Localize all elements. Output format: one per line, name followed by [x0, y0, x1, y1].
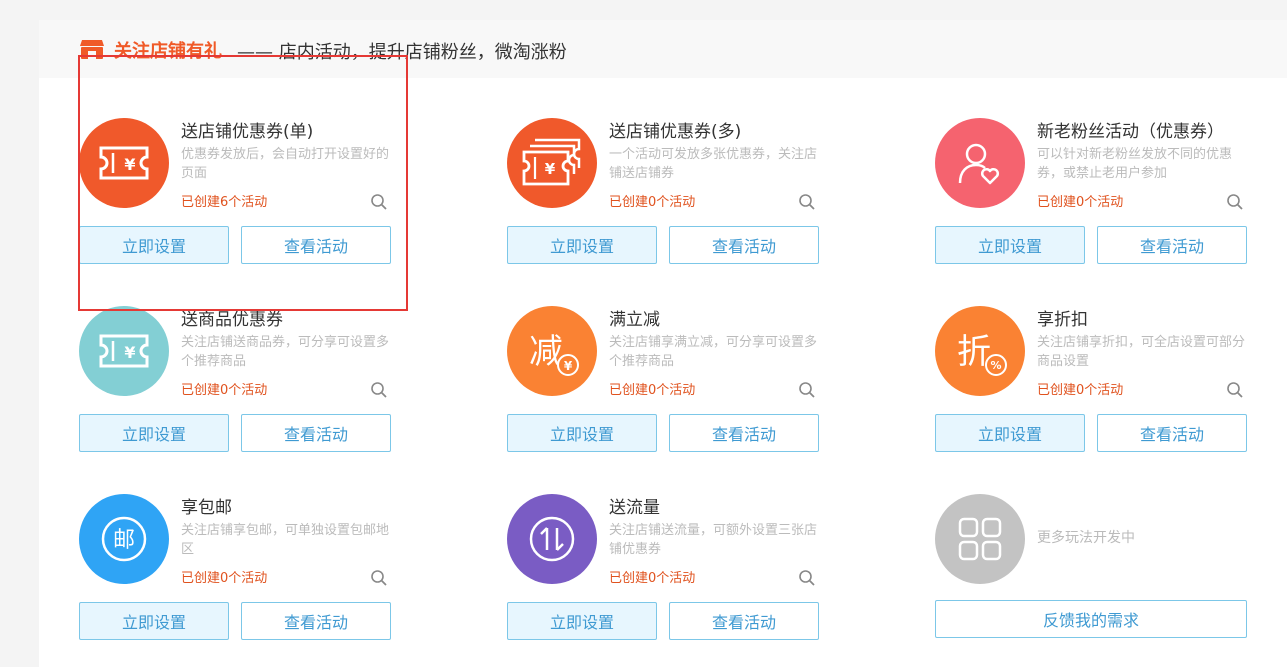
- activity-card-shop-coupon-single: ¥ 送店铺优惠券(单) 优惠券发放后，会自动打开设置好的页面 已创建6个活动 立…: [79, 118, 391, 278]
- activity-card-discount: 折 % 享折扣 关注店铺享折扣，可全店设置可部分商品设置 已创建0个活动 立即设…: [935, 306, 1247, 466]
- svg-text:%: %: [990, 359, 1001, 372]
- activity-count: 已创建0个活动: [609, 571, 696, 586]
- activity-card-fan-coupon: 新老粉丝活动（优惠券） 可以针对新老粉丝发放不同的优惠券，或禁止老用户参加 已创…: [935, 118, 1247, 278]
- view-activities-button[interactable]: 查看活动: [669, 602, 819, 640]
- card-description: 关注店铺享折扣，可全店设置可部分商品设置: [1037, 335, 1246, 369]
- activity-count: 已创建6个活动: [181, 195, 268, 210]
- view-activities-button[interactable]: 查看活动: [241, 414, 391, 452]
- coupon-icon: ¥: [79, 118, 169, 208]
- free-shipping-icon: 邮: [79, 494, 169, 584]
- activity-card-product-coupon: ¥ 送商品优惠券 关注店铺送商品券，可分享可设置多个推荐商品 已创建0个活动 立…: [79, 306, 391, 466]
- svg-text:¥: ¥: [564, 359, 573, 373]
- card-title: 送商品优惠券: [181, 310, 283, 330]
- card-description: 一个活动可发放多张优惠券，关注店铺送店铺券: [609, 147, 818, 181]
- search-icon[interactable]: [1226, 193, 1244, 211]
- search-icon[interactable]: [798, 569, 816, 587]
- setup-button[interactable]: 立即设置: [79, 602, 229, 640]
- view-activities-button[interactable]: 查看活动: [1097, 226, 1247, 264]
- search-icon[interactable]: [798, 381, 816, 399]
- discount-reduce-icon: 减 ¥: [507, 306, 597, 396]
- activity-count: 已创建0个活动: [181, 571, 268, 586]
- grid-icon: [935, 494, 1025, 584]
- card-description: 关注店铺送商品券，可分享可设置多个推荐商品: [181, 335, 390, 369]
- setup-button[interactable]: 立即设置: [507, 602, 657, 640]
- search-icon[interactable]: [370, 381, 388, 399]
- setup-button[interactable]: 立即设置: [79, 414, 229, 452]
- card-description: 优惠券发放后，会自动打开设置好的页面: [181, 147, 390, 181]
- data-traffic-icon: [507, 494, 597, 584]
- setup-button[interactable]: 立即设置: [507, 414, 657, 452]
- card-title: 享折扣: [1037, 310, 1088, 330]
- activity-card-shop-coupon-multi: ¥ 送店铺优惠券(多) 一个活动可发放多张优惠券，关注店铺送店铺券 已创建0个活…: [507, 118, 819, 278]
- view-activities-button[interactable]: 查看活动: [241, 226, 391, 264]
- card-title: 享包邮: [181, 498, 232, 518]
- activity-card-full-reduction: 减 ¥ 满立减 关注店铺享满立减，可分享可设置多个推荐商品 已创建0个活动 立即…: [507, 306, 819, 466]
- card-description: 关注店铺享包邮，可单独设置包邮地区: [181, 523, 390, 557]
- setup-button[interactable]: 立即设置: [935, 414, 1085, 452]
- card-description: 可以针对新老粉丝发放不同的优惠券，或禁止老用户参加: [1037, 147, 1233, 181]
- view-activities-button[interactable]: 查看活动: [669, 226, 819, 264]
- svg-text:¥: ¥: [545, 160, 556, 178]
- more-features-card: 更多玩法开发中 反馈我的需求: [935, 494, 1247, 654]
- activity-card-data-traffic: 送流量 关注店铺送流量，可额外设置三张店铺优惠券 已创建0个活动 立即设置 查看…: [507, 494, 819, 654]
- activity-card-free-shipping: 邮 享包邮 关注店铺享包邮，可单独设置包邮地区 已创建0个活动 立即设置 查看活…: [79, 494, 391, 654]
- setup-button[interactable]: 立即设置: [935, 226, 1085, 264]
- activity-count: 已创建0个活动: [609, 383, 696, 398]
- feedback-button[interactable]: 反馈我的需求: [935, 600, 1247, 638]
- svg-text:¥: ¥: [124, 155, 135, 174]
- svg-text:¥: ¥: [124, 343, 135, 362]
- setup-button[interactable]: 立即设置: [507, 226, 657, 264]
- card-title: 满立减: [609, 310, 660, 330]
- section-header: 关注店铺有礼 —— 店内活动，提升店铺粉丝，微淘涨粉: [39, 20, 1287, 78]
- setup-button[interactable]: 立即设置: [79, 226, 229, 264]
- view-activities-button[interactable]: 查看活动: [241, 602, 391, 640]
- activity-count: 已创建0个活动: [609, 195, 696, 210]
- view-activities-button[interactable]: 查看活动: [1097, 414, 1247, 452]
- card-title: 新老粉丝活动（优惠券）: [1037, 122, 1224, 142]
- search-icon[interactable]: [798, 193, 816, 211]
- search-icon[interactable]: [1226, 381, 1244, 399]
- shipping-glyph: 邮: [113, 528, 135, 553]
- card-title: 送店铺优惠券(单): [181, 122, 314, 142]
- card-title: 送店铺优惠券(多): [609, 122, 742, 142]
- activity-count: 已创建0个活动: [1037, 383, 1124, 398]
- product-coupon-icon: ¥: [79, 306, 169, 396]
- activity-count: 已创建0个活动: [1037, 195, 1124, 210]
- percent-discount-icon: 折 %: [935, 306, 1025, 396]
- fan-heart-icon: [935, 118, 1025, 208]
- page-title: 关注店铺有礼: [114, 41, 222, 62]
- view-activities-button[interactable]: 查看活动: [669, 414, 819, 452]
- card-description: 关注店铺享满立减，可分享可设置多个推荐商品: [609, 335, 818, 369]
- search-icon[interactable]: [370, 193, 388, 211]
- card-title: 送流量: [609, 498, 660, 518]
- multi-coupon-icon: ¥: [507, 118, 597, 208]
- page-subtitle: —— 店内活动，提升店铺粉丝，微淘涨粉: [237, 42, 567, 63]
- activity-count: 已创建0个活动: [181, 383, 268, 398]
- card-description: 关注店铺送流量，可额外设置三张店铺优惠券: [609, 523, 818, 557]
- coming-soon-text: 更多玩法开发中: [1037, 530, 1135, 546]
- shop-icon: [80, 40, 104, 59]
- search-icon[interactable]: [370, 569, 388, 587]
